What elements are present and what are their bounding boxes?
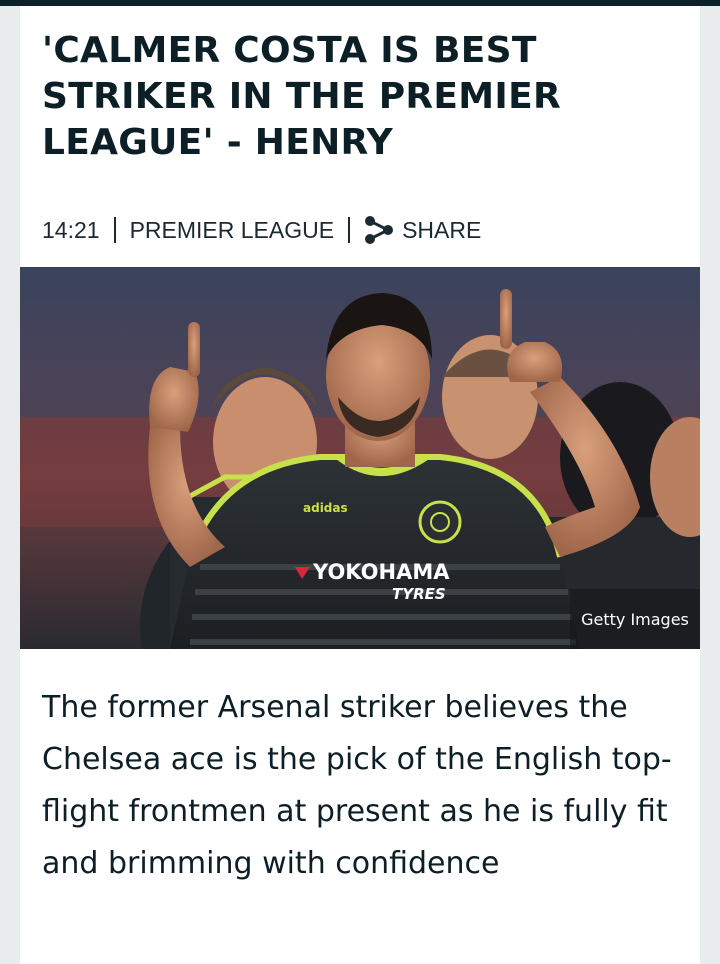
share-label: SHARE (402, 216, 482, 243)
meta-divider (113, 217, 116, 243)
shirt-sponsor-sub-text: TYRES (392, 585, 446, 603)
shirt-sponsor-text: YOKOHAMA (312, 560, 450, 584)
share-icon (364, 215, 394, 245)
kit-brand-text: adidas (303, 501, 348, 515)
meta-divider (348, 217, 351, 243)
article-headline: 'CALMER COSTA IS BEST STRIKER IN THE PRE… (42, 30, 562, 163)
article-category-link[interactable]: PREMIER LEAGUE (130, 217, 335, 244)
article-time: 14:21 (42, 216, 100, 243)
image-credit: Getty Images (570, 589, 700, 649)
share-button[interactable]: SHARE (364, 215, 481, 245)
article-hero-image[interactable]: adidas YOKOHAMA TYRES Getty Images (20, 267, 700, 649)
article-meta: 14:21 PREMIER LEAGUE SHARE (42, 212, 481, 248)
article-card: 'CALMER COSTA IS BEST STRIKER IN THE PRE… (20, 6, 700, 964)
article-summary: The former Arsenal striker believes the … (42, 690, 672, 881)
